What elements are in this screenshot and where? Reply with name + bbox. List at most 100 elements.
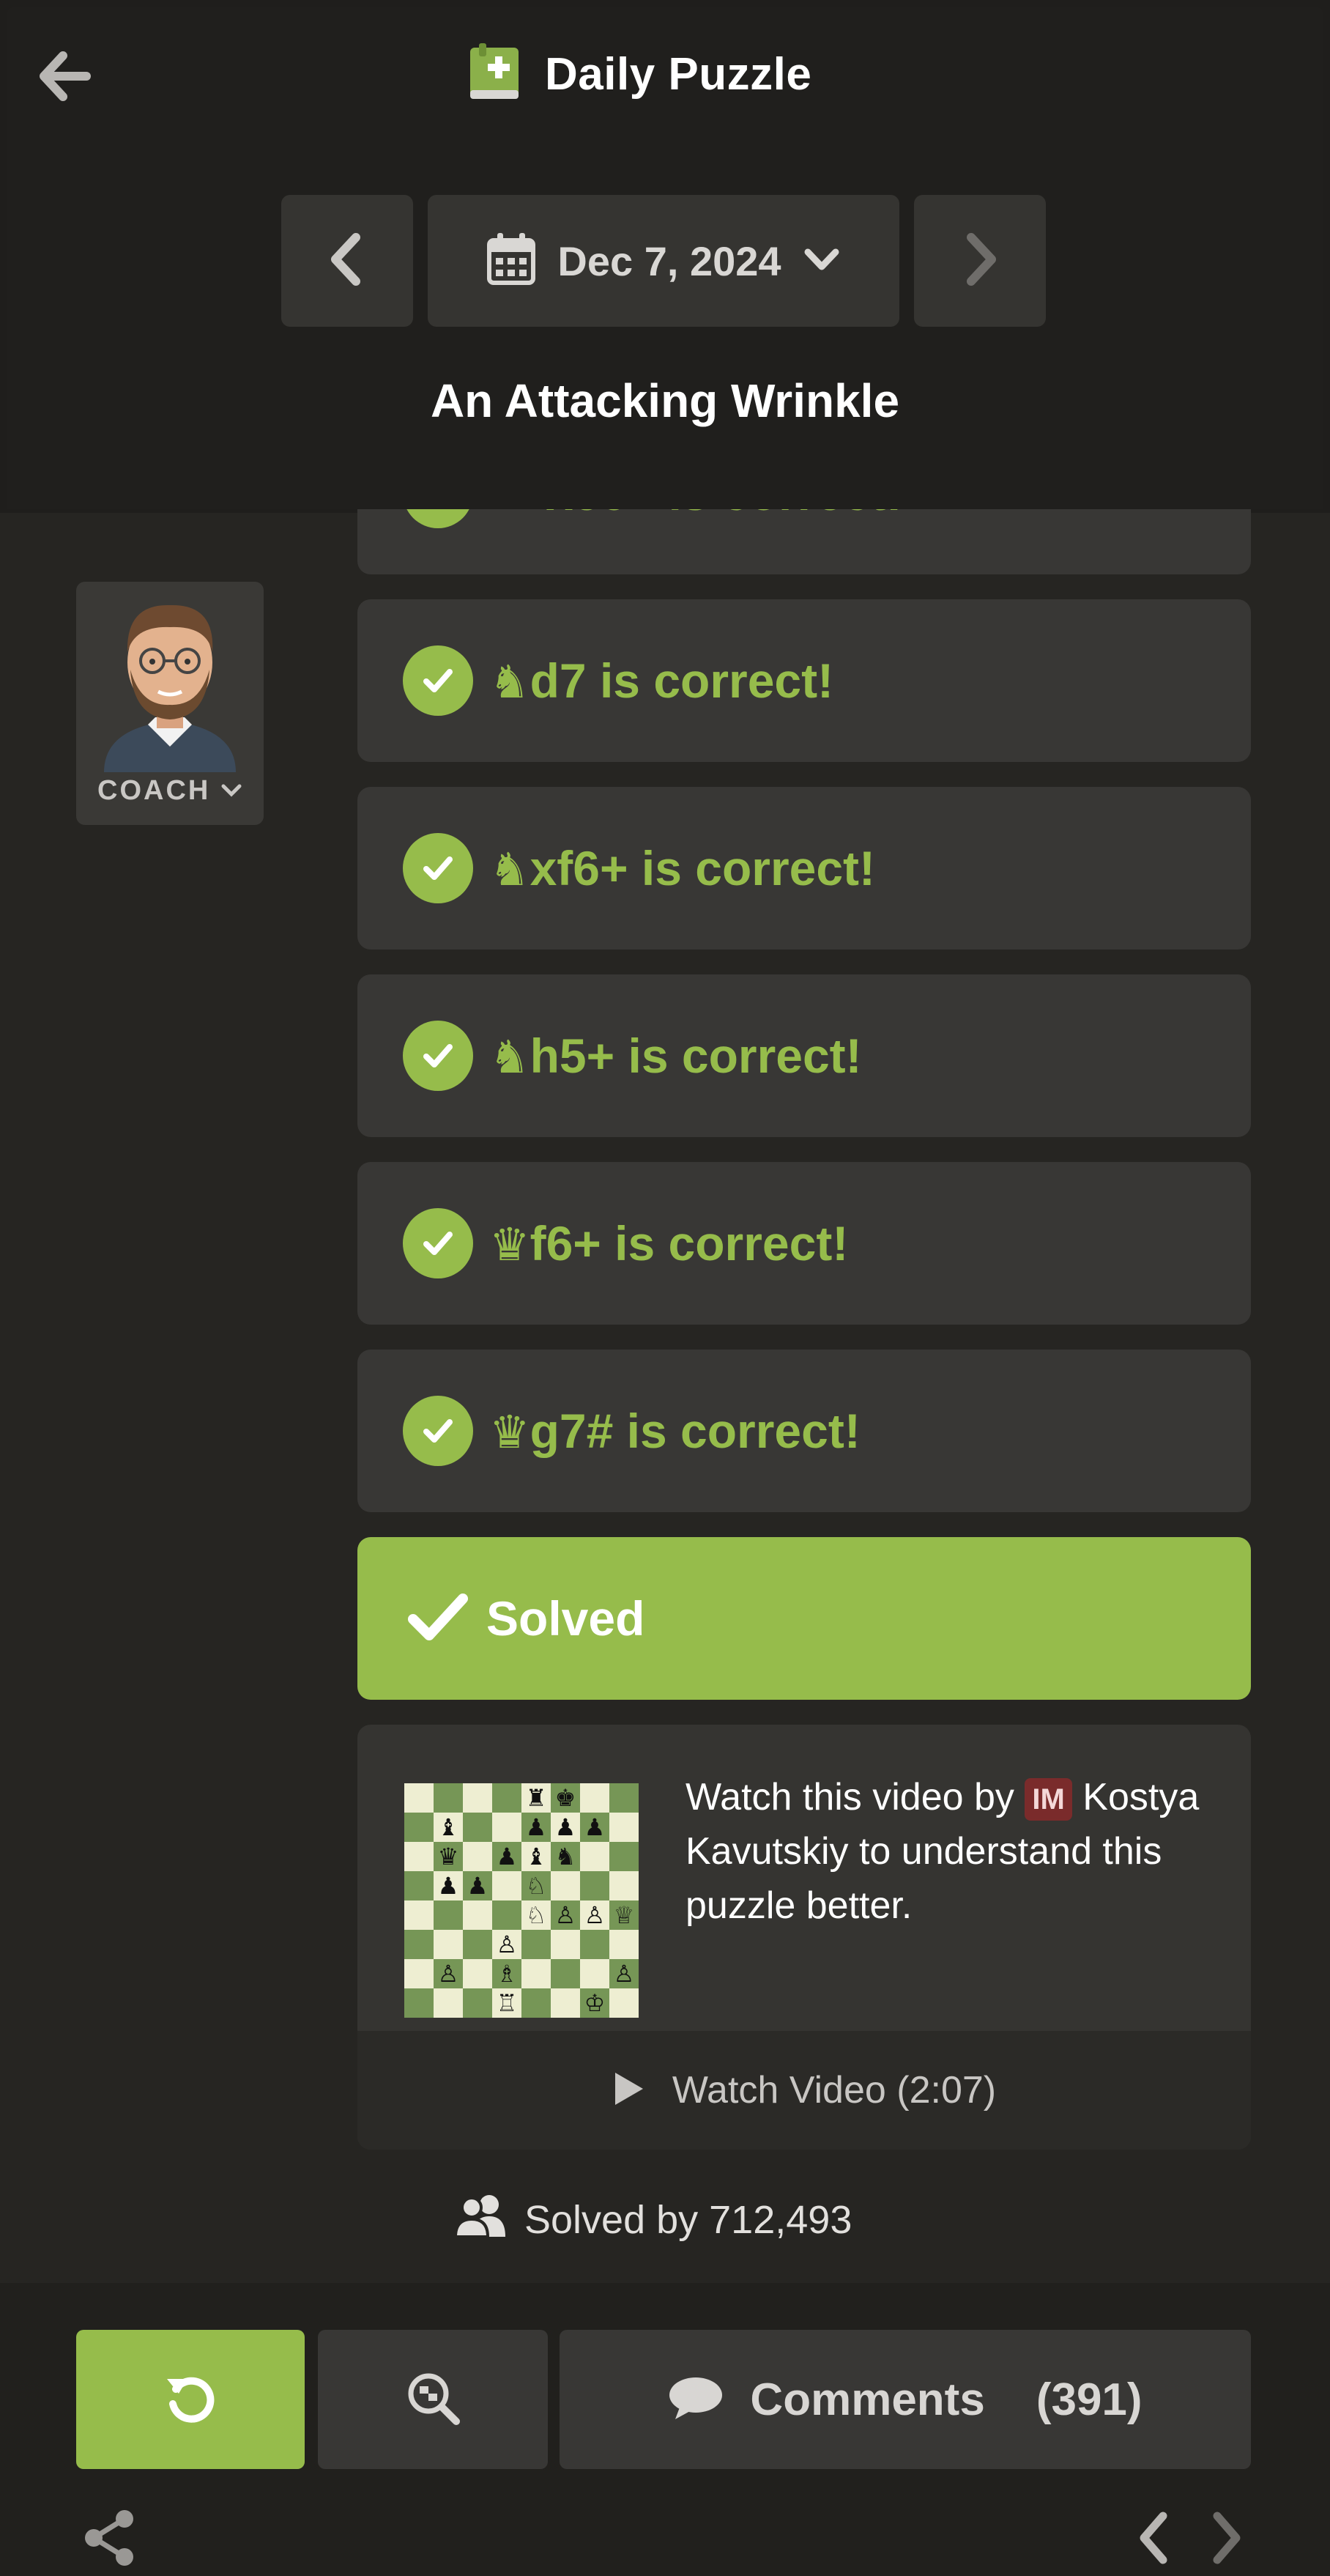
move-feedback-row: ♛g7# is correct! xyxy=(403,1350,861,1512)
chevron-down-icon xyxy=(803,245,840,278)
board-square xyxy=(551,1988,580,2018)
board-square xyxy=(434,1900,463,1930)
next-puzzle-button[interactable] xyxy=(1205,2509,1247,2571)
move-feedback-row: ♞d7 is correct! xyxy=(403,599,833,762)
move-feedback-line: ♞xf6+ is correct! xyxy=(489,840,875,896)
previous-puzzle-button[interactable] xyxy=(1134,2509,1175,2571)
move-feedback-row: ♞h5+ is correct! xyxy=(403,974,862,1137)
previous-day-button[interactable] xyxy=(281,195,413,327)
move-feedback-text: g7# is correct! xyxy=(530,1404,861,1458)
board-square xyxy=(463,1988,492,2018)
move-feedback-text: xf6+ is correct! xyxy=(530,841,876,895)
board-square: ♙ xyxy=(551,1900,580,1930)
board-square: ♟ xyxy=(434,1871,463,1900)
chevron-right-icon xyxy=(1205,2512,1247,2570)
board-square xyxy=(434,1930,463,1959)
move-feedback-line: ♛g7# is correct! xyxy=(489,1403,861,1459)
move-feedback-row: ♞xf6+ is correct! xyxy=(403,787,875,950)
board-square: ♙ xyxy=(492,1930,521,1959)
move-feedback-row: ♛f6+ is correct! xyxy=(403,1162,848,1325)
board-square xyxy=(551,1871,580,1900)
page-title-group: Daily Puzzle xyxy=(466,41,811,107)
queen-piece-icon: ♛ xyxy=(489,1218,530,1271)
watch-video-button[interactable]: Watch Video (2:07) xyxy=(357,2031,1251,2150)
chevron-down-icon xyxy=(220,775,242,806)
move-feedback-text: f6+ is correct! xyxy=(530,1216,849,1270)
checkmark-icon xyxy=(407,1591,469,1646)
board-square xyxy=(551,1930,580,1959)
board-square xyxy=(404,1930,434,1959)
board-square xyxy=(492,1871,521,1900)
board-square xyxy=(551,1959,580,1988)
next-day-button[interactable] xyxy=(914,195,1046,327)
board-square xyxy=(609,1813,639,1842)
puzzle-board-thumbnail[interactable]: ♜ ♚ ♝ ♟ ♟ ♟ ♛ ♟ ♝ ♞ ♟ ♟ ♘ ♘ ♙ ♙ ♕ ♙ ♙ ♗ ♙ ♖ ♔ xyxy=(404,1783,639,2018)
chevron-left-icon xyxy=(1134,2512,1175,2570)
board-square: ♟ xyxy=(551,1813,580,1842)
check-circle-icon xyxy=(403,833,473,903)
check-circle-icon xyxy=(403,1208,473,1278)
back-arrow-icon[interactable] xyxy=(35,47,94,106)
coach-avatar xyxy=(104,604,236,772)
board-square: ♟ xyxy=(463,1871,492,1900)
board-square: ♟ xyxy=(521,1813,551,1842)
board-square xyxy=(580,1959,609,1988)
board-square xyxy=(463,1813,492,1842)
solved-banner: Solved xyxy=(357,1537,1251,1700)
board-square xyxy=(492,1783,521,1813)
check-circle-icon xyxy=(403,1396,473,1466)
board-square xyxy=(434,1988,463,2018)
coach-selector[interactable]: COACH xyxy=(76,582,264,825)
check-circle-icon xyxy=(403,1021,473,1091)
move-feedback-text: h5+ is correct! xyxy=(530,1029,862,1083)
board-square xyxy=(463,1959,492,1988)
comments-button[interactable]: Comments (391) xyxy=(560,2330,1251,2469)
board-square xyxy=(580,1842,609,1871)
selected-date: Dec 7, 2024 xyxy=(557,237,781,284)
analysis-icon xyxy=(404,2369,462,2431)
chevron-left-icon xyxy=(325,230,369,292)
check-circle-icon xyxy=(403,645,473,716)
board-square: ♙ xyxy=(580,1900,609,1930)
board-square: ♚ xyxy=(551,1783,580,1813)
board-square xyxy=(404,1871,434,1900)
board-square: ♜ xyxy=(521,1783,551,1813)
board-square: ♝ xyxy=(521,1842,551,1871)
puzzle-title: An Attacking Wrinkle xyxy=(430,374,900,427)
board-square xyxy=(580,1871,609,1900)
header-panel-bottom xyxy=(7,440,1323,509)
board-square xyxy=(609,1930,639,1959)
analysis-button[interactable] xyxy=(318,2330,548,2469)
move-feedback-line: ♞h5+ is correct! xyxy=(489,1028,862,1084)
board-square xyxy=(492,1900,521,1930)
board-square: ♝ xyxy=(434,1813,463,1842)
video-lesson-card: ♜ ♚ ♝ ♟ ♟ ♟ ♛ ♟ ♝ ♞ ♟ ♟ ♘ ♘ ♙ ♙ ♕ ♙ ♙ ♗ ♙ ♖ ♔ Watch this video… xyxy=(357,1725,1251,2150)
move-feedback-card: ♞d7 is correct! xyxy=(357,599,1251,762)
video-description: Watch this video by IM Kostya Kavutskiy … xyxy=(686,1770,1213,1933)
board-square: ♙ xyxy=(434,1959,463,1988)
board-square xyxy=(609,1842,639,1871)
move-feedback-line: ♞d7 is correct! xyxy=(489,653,833,708)
coach-label: COACH xyxy=(97,775,211,806)
solved-label: Solved xyxy=(486,1591,645,1646)
board-square xyxy=(404,1783,434,1813)
board-square: ♟ xyxy=(580,1813,609,1842)
board-square xyxy=(404,1900,434,1930)
title-badge: IM xyxy=(1025,1778,1072,1821)
retry-button[interactable] xyxy=(76,2330,305,2469)
share-icon[interactable] xyxy=(82,2509,138,2571)
knight-piece-icon: ♞ xyxy=(489,1030,530,1084)
date-picker-button[interactable]: Dec 7, 2024 xyxy=(428,195,899,327)
move-feedback-card: ♛f6+ is correct! xyxy=(357,1162,1251,1325)
board-square xyxy=(463,1783,492,1813)
calendar-icon xyxy=(487,232,536,289)
knight-piece-icon: ♞ xyxy=(489,843,530,896)
solved-count: Solved by 712,493 xyxy=(453,2191,852,2249)
board-square xyxy=(404,1988,434,2018)
board-square xyxy=(609,1988,639,2018)
board-square xyxy=(463,1900,492,1930)
board-square xyxy=(434,1783,463,1813)
solved-by-text: Solved by 712,493 xyxy=(524,2198,852,2242)
board-square: ♘ xyxy=(521,1900,551,1930)
board-square: ♖ xyxy=(492,1988,521,2018)
